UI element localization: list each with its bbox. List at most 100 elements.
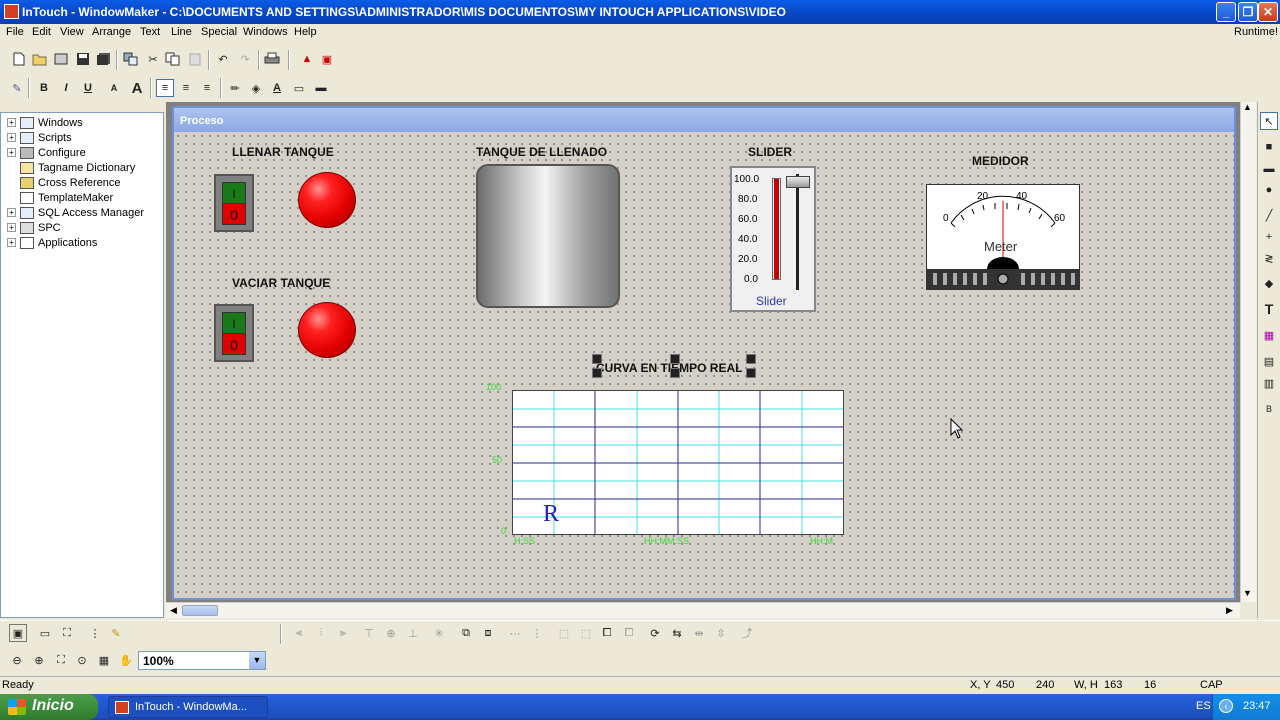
copy-icon[interactable] [164,50,182,68]
real-time-trend-chart[interactable]: R [512,390,844,535]
selection-handle[interactable] [592,354,602,364]
tree-item-templatemaker[interactable]: TemplateMaker [7,190,113,205]
menu-line[interactable]: Line [171,26,192,38]
slider-thumb[interactable] [786,176,810,188]
send-to-back-icon[interactable]: ⧈ [479,624,497,642]
font-larger-button[interactable]: A [128,79,146,97]
font-smaller-button[interactable]: A [105,79,123,97]
ruler-icon[interactable]: ✎ [107,624,125,642]
tree-item-sql-access-manager[interactable]: + SQL Access Manager [7,205,144,220]
new-icon[interactable] [10,50,28,68]
title-bar[interactable]: InTouch - WindowMaker - C:\DOCUMENTS AND… [0,0,1280,24]
align-centers-tool-icon[interactable]: ✳ [430,624,448,642]
align-right-icon[interactable]: ≡ [198,79,216,97]
hv-line-tool-icon[interactable]: + [1260,228,1278,246]
duplicate-icon[interactable] [122,50,140,68]
tree-item-applications[interactable]: + Applications [7,235,97,250]
tree-item-configure[interactable]: + Configure [7,145,86,160]
flip-vertical-icon[interactable]: ⇳ [712,624,730,642]
line-color-icon[interactable]: ✏ [226,79,244,97]
text-tool-icon[interactable]: T [1260,300,1278,318]
taskbar-item-intouch[interactable]: InTouch - WindowMa... [108,696,268,718]
zoom-fit-icon[interactable]: ▦ [95,651,113,669]
scroll-up-icon[interactable]: ▲ [1243,102,1252,112]
zoom-in-icon[interactable]: ⊕ [30,651,48,669]
text-color-button[interactable]: A [268,79,286,97]
selection-handle[interactable] [670,368,680,378]
runtime-button[interactable]: Runtime! [1234,26,1278,38]
make-cell-icon[interactable]: ⬚ [555,624,573,642]
zoom-area-icon[interactable]: ⊙ [73,651,91,669]
menu-special[interactable]: Special [201,26,237,38]
polygon-tool-icon[interactable]: ◆ [1260,274,1278,292]
make-symbol-icon[interactable]: ⧠ [598,624,616,642]
line-tool-icon[interactable]: ╱ [1260,206,1278,224]
horizontal-scrollbar[interactable]: ◀ ▶ [166,602,1240,618]
reshape-icon[interactable]: ⤴ [738,624,756,642]
pan-hand-icon[interactable]: ✋ [117,651,135,669]
menu-file[interactable]: File [6,26,24,38]
scroll-right-icon[interactable]: ▶ [1226,605,1233,616]
rotate-icon[interactable]: ⟳ [646,624,664,642]
bold-button[interactable]: B [35,79,53,97]
scroll-down-icon[interactable]: ▼ [1243,588,1252,598]
align-center-icon[interactable]: ≡ [177,79,195,97]
save-icon[interactable] [74,50,92,68]
align-right-tool-icon[interactable]: ⫸ [334,624,352,642]
button-tool-icon[interactable]: B [1260,400,1278,418]
historical-trend-tool-icon[interactable]: ▥ [1260,374,1278,392]
tree-item-windows[interactable]: + Windows [7,115,83,130]
menu-edit[interactable]: Edit [32,26,51,38]
space-vertical-icon[interactable]: ⋮ [528,624,546,642]
close-button[interactable]: ✕ [1258,2,1278,22]
selection-handle[interactable] [670,354,680,364]
scroll-left-icon[interactable]: ◀ [170,605,177,616]
grid-icon[interactable]: ⋮ [86,624,104,642]
bring-to-front-icon[interactable]: ⧉ [457,624,475,642]
chevron-down-icon[interactable]: ▼ [249,652,265,669]
selection-handle[interactable] [746,368,756,378]
select-pointer-icon[interactable]: ↖ [1260,112,1278,130]
tank-graphic[interactable] [476,164,620,308]
empty-tank-switch[interactable]: I 0 [214,304,254,362]
open-window-icon[interactable] [52,50,70,68]
menu-view[interactable]: View [60,26,84,38]
align-middle-tool-icon[interactable]: ⊕ [382,624,400,642]
process-window[interactable]: Proceso LLENAR TANQUE I 0 VACIAR TANQUE … [172,106,1236,600]
flip-horizontal-icon[interactable]: ⇹ [690,624,708,642]
horizontal-scroll-thumb[interactable] [182,605,218,616]
realtime-trend-tool-icon[interactable]: ▤ [1260,352,1278,370]
font-icon[interactable]: ✎ [8,79,26,97]
selection-handle[interactable] [592,368,602,378]
flip-icon[interactable]: ⇆ [668,624,686,642]
tree-item-spc[interactable]: + SPC [7,220,61,235]
zoom-out-icon[interactable]: ⊖ [8,651,26,669]
align-left-tool-icon[interactable]: ⫷ [290,624,308,642]
selection-handle[interactable] [746,354,756,364]
line-style-icon[interactable]: ▬ [312,79,330,97]
tree-item-cross-reference[interactable]: Cross Reference [7,175,121,190]
meter-gauge[interactable]: 0 20 40 60 Meter [926,184,1080,290]
rounded-rectangle-tool-icon[interactable]: ▬ [1260,160,1278,178]
paste-icon[interactable] [186,50,204,68]
start-button[interactable]: Inicio [0,694,98,720]
ellipse-tool-icon[interactable]: ● [1260,181,1278,199]
tray-arrow-icon[interactable]: ‹ [1219,699,1233,713]
align-bottom-tool-icon[interactable]: ⊥ [404,624,422,642]
process-window-title[interactable]: Proceso [174,108,1234,132]
polyline-tool-icon[interactable]: ≷ [1260,249,1278,267]
redo-icon[interactable]: ↷ [236,50,254,68]
break-symbol-icon[interactable]: ⧠ [620,624,638,642]
menu-windows[interactable]: Windows [243,26,288,38]
zoom-select[interactable]: 100% ▼ [138,651,266,670]
menu-arrange[interactable]: Arrange [92,26,131,38]
fill-color-icon[interactable]: ◈ [247,79,265,97]
maximize-button[interactable]: ❐ [1238,2,1258,22]
language-indicator[interactable]: ES [1196,700,1211,712]
align-left-icon[interactable]: ≡ [156,79,174,97]
vertical-scrollbar[interactable]: ▲ ▼ [1240,102,1256,602]
minimize-button[interactable]: _ [1216,2,1236,22]
space-horizontal-icon[interactable]: ⋯ [506,624,524,642]
break-cell-icon[interactable]: ⬚ [577,624,595,642]
runtime-switch-icon[interactable]: ▲ [298,50,316,68]
